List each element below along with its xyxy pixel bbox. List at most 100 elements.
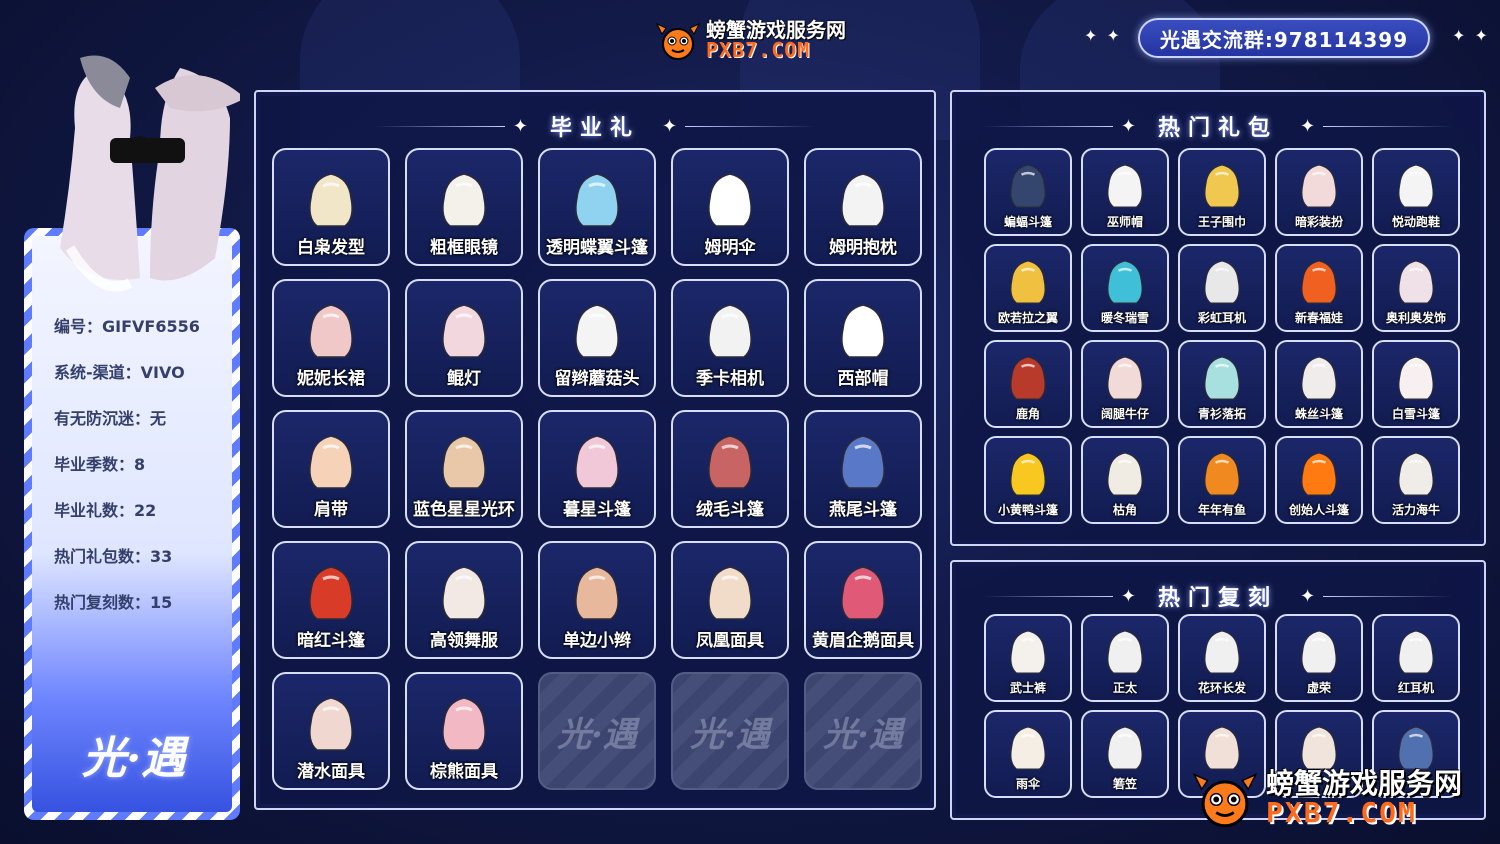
item-tile: 白雪斗篷 [1372, 340, 1460, 428]
fur-cape-icon [698, 430, 762, 494]
info-row-pack-count: 热门礼包数：33 [54, 546, 232, 592]
item-tile: 姆明伞 [671, 148, 789, 266]
item-label: 暗红斗篷 [297, 631, 365, 651]
item-label: 肩带 [314, 500, 348, 520]
item-label: 彩虹耳机 [1197, 311, 1246, 325]
item-label: 欧若拉之翼 [997, 311, 1058, 325]
item-label: 巫师帽 [1106, 215, 1143, 229]
item-tile: 活力海牛 [1372, 436, 1460, 524]
item-tile: 西部帽 [804, 279, 922, 397]
placeholder-logo: 光·遇 [690, 714, 770, 755]
item-tile: 雨伞 [984, 710, 1072, 798]
snow-cape-icon [1099, 256, 1151, 308]
straw-hat-icon [1099, 722, 1151, 774]
item-tile: 凤凰面具 [671, 541, 789, 659]
info-row-channel: 系统-渠道：VIVO [54, 362, 232, 408]
item-label: 奥利奥发饰 [1385, 311, 1446, 325]
item-tile: 肩带 [272, 410, 390, 528]
sparkle-icon: ✦ ✦ [1084, 26, 1122, 45]
item-tile: 创始人斗篷 [1275, 436, 1363, 524]
item-tile: 蓝色星星光环 [405, 410, 523, 528]
spider-cape-icon [1293, 352, 1345, 404]
empty-slot: 光·遇 [804, 672, 922, 790]
info-key: 编号： [54, 317, 103, 336]
info-row-rerun-count: 热门复刻数：15 [54, 592, 232, 638]
prince-scarf-icon [1196, 160, 1248, 212]
crab-mascot-icon [655, 22, 701, 60]
item-label: 王子围巾 [1197, 215, 1246, 229]
item-tile: 蛛丝斗篷 [1275, 340, 1363, 428]
info-key: 热门礼包数： [54, 547, 151, 566]
item-tile: 暗彩装扮 [1275, 148, 1363, 236]
camera-icon [698, 299, 762, 363]
item-label: 鲲灯 [447, 369, 481, 389]
panel-title: 毕业礼 [549, 116, 640, 141]
info-row-id: 编号：GIFVF6556 [54, 316, 232, 362]
item-label: 新春福娃 [1294, 311, 1343, 325]
info-value: 15 [150, 593, 173, 612]
item-label: 蓝色星星光环 [413, 500, 515, 520]
item-label: 蝙蝠斗篷 [1003, 215, 1052, 229]
dusk-cape-icon [565, 430, 629, 494]
item-tile: 正太 [1081, 614, 1169, 702]
brand-domain: PXB7.COM [706, 38, 811, 62]
green-robe-icon [1196, 352, 1248, 404]
sparkle-icon: ✦ [1300, 115, 1316, 137]
item-tile: 悦动跑鞋 [1372, 148, 1460, 236]
item-tile: 绒毛斗篷 [671, 410, 789, 528]
mushroom-hair-icon [565, 299, 629, 363]
info-value: 无 [150, 409, 167, 428]
item-label: 绒毛斗篷 [696, 500, 764, 520]
info-row-graduation-count: 毕业礼数：22 [54, 500, 232, 546]
item-tile: 潜水面具 [272, 672, 390, 790]
item-tile: 姆明抱枕 [804, 148, 922, 266]
item-label: 凤凰面具 [696, 631, 764, 651]
red-cape-icon [299, 561, 363, 625]
item-tile: 花环长发 [1178, 614, 1266, 702]
headphones-icon [1196, 256, 1248, 308]
item-label: 创始人斗篷 [1288, 503, 1349, 517]
antler-icon [1002, 352, 1054, 404]
item-label: 姆明伞 [704, 238, 756, 258]
dry-horn-icon [1099, 448, 1151, 500]
item-label: 季卡相机 [696, 369, 764, 389]
item-tile: 欧若拉之翼 [984, 244, 1072, 332]
item-tile: 小黄鸭斗篷 [984, 436, 1072, 524]
item-tile: 奥利奥发饰 [1372, 244, 1460, 332]
samurai-pants-icon [1002, 626, 1054, 678]
bear-mask-icon [432, 692, 496, 756]
item-label: 花环长发 [1197, 681, 1246, 695]
brand-logo: 螃蟹游戏服务网 PXB7.COM [654, 12, 854, 68]
dance-outfit-icon [432, 561, 496, 625]
item-tile: 妮妮长裙 [272, 279, 390, 397]
butterfly-cape-icon [565, 168, 629, 232]
item-label: 暮星斗篷 [563, 500, 631, 520]
info-key: 系统-渠道： [54, 363, 141, 382]
item-label: 妮妮长裙 [297, 369, 365, 389]
lantern-icon [432, 299, 496, 363]
empty-slot: 光·遇 [671, 672, 789, 790]
glasses-icon [432, 168, 496, 232]
item-tile: 枯角 [1081, 436, 1169, 524]
snow-white-cape-icon [1390, 352, 1442, 404]
info-row-seasons: 毕业季数：8 [54, 454, 232, 500]
item-label: 箬笠 [1112, 777, 1137, 791]
divider [1323, 595, 1454, 597]
item-label: 西部帽 [837, 369, 889, 389]
item-tile: 单边小辫 [538, 541, 656, 659]
item-tile: 暖冬瑞雪 [1081, 244, 1169, 332]
watermark-domain: PXB7.COM [1266, 796, 1417, 829]
item-label: 暖冬瑞雪 [1100, 311, 1149, 325]
long-hair-icon [1293, 626, 1345, 678]
dress-icon [299, 299, 363, 363]
character-illustration [60, 55, 240, 292]
crab-mascot-icon [1192, 773, 1258, 828]
item-label: 姆明抱枕 [829, 238, 897, 258]
item-label: 粗框眼镜 [430, 238, 498, 258]
info-row-anti-addiction: 有无防沉迷：无 [54, 408, 232, 454]
panel-title: 热门礼包 [1157, 116, 1278, 141]
item-tile: 鲲灯 [405, 279, 523, 397]
item-tile: 棕熊面具 [405, 672, 523, 790]
divider [1323, 125, 1454, 127]
item-tile: 鹿角 [984, 340, 1072, 428]
